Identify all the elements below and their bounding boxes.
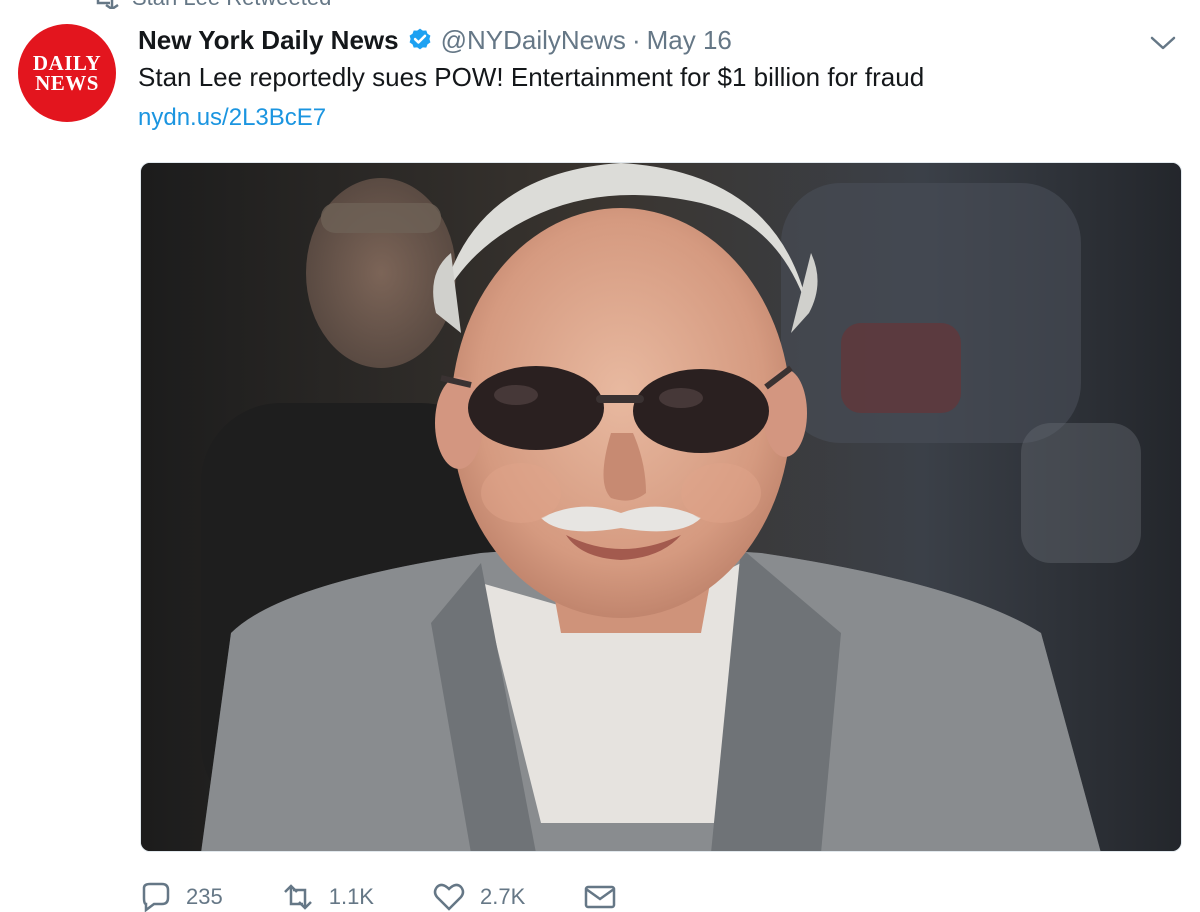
retweet-icon bbox=[283, 884, 312, 910]
reply-count: 235 bbox=[186, 884, 223, 909]
tweet-link[interactable]: nydn.us/2L3BcE7 bbox=[138, 104, 326, 132]
retweet-context-text: Stan Lee Retweeted bbox=[132, 0, 331, 11]
direct-message-button[interactable] bbox=[583, 882, 617, 912]
photo-image bbox=[141, 163, 1181, 851]
reply-icon bbox=[142, 882, 170, 912]
tweet-actions: 235 1.1K 2.7K bbox=[138, 882, 617, 912]
tweet-text: Stan Lee reportedly sues POW! Entertainm… bbox=[138, 62, 925, 92]
display-name[interactable]: New York Daily News bbox=[138, 25, 399, 56]
separator-dot: · bbox=[631, 24, 641, 55]
tweet-photo[interactable] bbox=[140, 162, 1182, 852]
retweet-icon bbox=[96, 0, 119, 9]
like-button[interactable]: 2.7K bbox=[432, 882, 525, 912]
envelope-icon bbox=[585, 885, 616, 909]
tweet-header: New York Daily News @NYDailyNews · May 1… bbox=[138, 22, 732, 58]
retweet-context[interactable]: Stan Lee Retweeted bbox=[90, 0, 331, 10]
like-count: 2.7K bbox=[479, 884, 526, 909]
retweet-button[interactable]: 1.1K bbox=[281, 882, 374, 912]
avatar[interactable]: DAILY NEWS bbox=[18, 24, 116, 122]
retweet-count: 1.1K bbox=[328, 884, 374, 909]
tweet-date[interactable]: May 16 bbox=[647, 25, 732, 56]
heart-icon bbox=[433, 883, 465, 911]
more-options-button[interactable] bbox=[1146, 28, 1180, 58]
user-handle[interactable]: @NYDailyNews bbox=[441, 25, 626, 56]
verified-badge-icon bbox=[409, 28, 431, 50]
chevron-down-icon bbox=[1150, 36, 1176, 50]
avatar-text-line1: DAILY bbox=[32, 51, 102, 75]
reply-button[interactable]: 235 bbox=[138, 882, 223, 912]
avatar-text-line2: NEWS bbox=[35, 71, 99, 95]
